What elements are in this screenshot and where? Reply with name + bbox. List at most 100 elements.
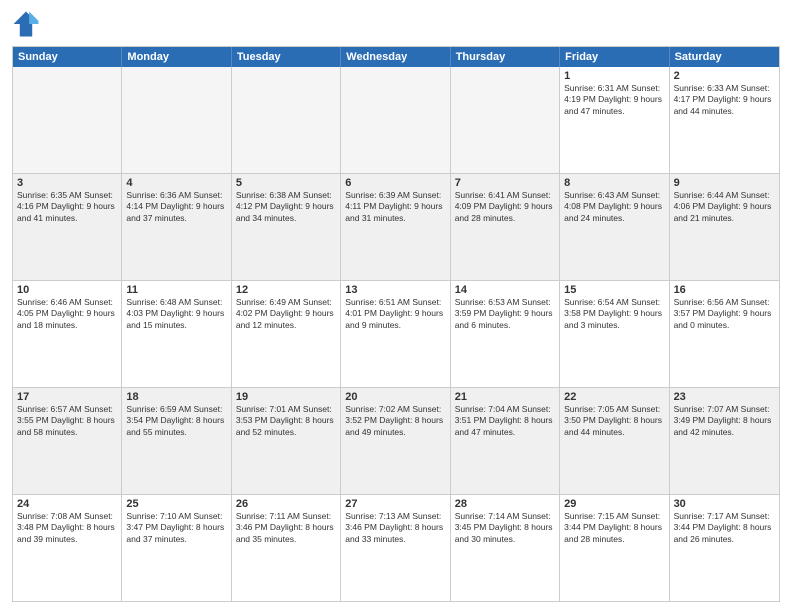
calendar-cell-28: 28Sunrise: 7:14 AM Sunset: 3:45 PM Dayli…	[451, 495, 560, 601]
header-day-friday: Friday	[560, 47, 669, 67]
day-number: 3	[17, 177, 117, 189]
day-number: 16	[674, 284, 775, 296]
day-number: 26	[236, 498, 336, 510]
day-number: 1	[564, 70, 664, 82]
cell-info: Sunrise: 7:08 AM Sunset: 3:48 PM Dayligh…	[17, 511, 117, 545]
day-number: 15	[564, 284, 664, 296]
day-number: 12	[236, 284, 336, 296]
calendar-cell-8: 8Sunrise: 6:43 AM Sunset: 4:08 PM Daylig…	[560, 174, 669, 280]
header-day-monday: Monday	[122, 47, 231, 67]
day-number: 7	[455, 177, 555, 189]
cell-info: Sunrise: 6:38 AM Sunset: 4:12 PM Dayligh…	[236, 190, 336, 224]
calendar-cell-22: 22Sunrise: 7:05 AM Sunset: 3:50 PM Dayli…	[560, 388, 669, 494]
day-number: 30	[674, 498, 775, 510]
cell-info: Sunrise: 7:07 AM Sunset: 3:49 PM Dayligh…	[674, 404, 775, 438]
calendar-cell-17: 17Sunrise: 6:57 AM Sunset: 3:55 PM Dayli…	[13, 388, 122, 494]
cell-info: Sunrise: 7:10 AM Sunset: 3:47 PM Dayligh…	[126, 511, 226, 545]
day-number: 4	[126, 177, 226, 189]
header-day-thursday: Thursday	[451, 47, 560, 67]
calendar-cell-7: 7Sunrise: 6:41 AM Sunset: 4:09 PM Daylig…	[451, 174, 560, 280]
calendar-cell-26: 26Sunrise: 7:11 AM Sunset: 3:46 PM Dayli…	[232, 495, 341, 601]
cell-info: Sunrise: 7:01 AM Sunset: 3:53 PM Dayligh…	[236, 404, 336, 438]
calendar-cell-29: 29Sunrise: 7:15 AM Sunset: 3:44 PM Dayli…	[560, 495, 669, 601]
header-day-saturday: Saturday	[670, 47, 779, 67]
day-number: 6	[345, 177, 445, 189]
calendar-header: SundayMondayTuesdayWednesdayThursdayFrid…	[13, 47, 779, 67]
cell-info: Sunrise: 7:02 AM Sunset: 3:52 PM Dayligh…	[345, 404, 445, 438]
cell-info: Sunrise: 6:44 AM Sunset: 4:06 PM Dayligh…	[674, 190, 775, 224]
cell-info: Sunrise: 6:43 AM Sunset: 4:08 PM Dayligh…	[564, 190, 664, 224]
cell-info: Sunrise: 6:59 AM Sunset: 3:54 PM Dayligh…	[126, 404, 226, 438]
calendar-cell-23: 23Sunrise: 7:07 AM Sunset: 3:49 PM Dayli…	[670, 388, 779, 494]
calendar-cell-18: 18Sunrise: 6:59 AM Sunset: 3:54 PM Dayli…	[122, 388, 231, 494]
cell-info: Sunrise: 6:57 AM Sunset: 3:55 PM Dayligh…	[17, 404, 117, 438]
day-number: 13	[345, 284, 445, 296]
day-number: 23	[674, 391, 775, 403]
cell-info: Sunrise: 6:54 AM Sunset: 3:58 PM Dayligh…	[564, 297, 664, 331]
cell-info: Sunrise: 6:53 AM Sunset: 3:59 PM Dayligh…	[455, 297, 555, 331]
calendar-cell-empty-0-3	[341, 67, 450, 173]
calendar-cell-12: 12Sunrise: 6:49 AM Sunset: 4:02 PM Dayli…	[232, 281, 341, 387]
calendar-body: 1Sunrise: 6:31 AM Sunset: 4:19 PM Daylig…	[13, 67, 779, 601]
cell-info: Sunrise: 6:31 AM Sunset: 4:19 PM Dayligh…	[564, 83, 664, 117]
day-number: 24	[17, 498, 117, 510]
calendar-week-4: 17Sunrise: 6:57 AM Sunset: 3:55 PM Dayli…	[13, 388, 779, 495]
day-number: 28	[455, 498, 555, 510]
cell-info: Sunrise: 6:49 AM Sunset: 4:02 PM Dayligh…	[236, 297, 336, 331]
calendar-week-1: 1Sunrise: 6:31 AM Sunset: 4:19 PM Daylig…	[13, 67, 779, 174]
day-number: 2	[674, 70, 775, 82]
header-day-tuesday: Tuesday	[232, 47, 341, 67]
cell-info: Sunrise: 6:36 AM Sunset: 4:14 PM Dayligh…	[126, 190, 226, 224]
calendar-cell-9: 9Sunrise: 6:44 AM Sunset: 4:06 PM Daylig…	[670, 174, 779, 280]
day-number: 17	[17, 391, 117, 403]
calendar-cell-15: 15Sunrise: 6:54 AM Sunset: 3:58 PM Dayli…	[560, 281, 669, 387]
cell-info: Sunrise: 6:51 AM Sunset: 4:01 PM Dayligh…	[345, 297, 445, 331]
cell-info: Sunrise: 7:13 AM Sunset: 3:46 PM Dayligh…	[345, 511, 445, 545]
calendar-cell-27: 27Sunrise: 7:13 AM Sunset: 3:46 PM Dayli…	[341, 495, 450, 601]
cell-info: Sunrise: 6:39 AM Sunset: 4:11 PM Dayligh…	[345, 190, 445, 224]
header-day-wednesday: Wednesday	[341, 47, 450, 67]
day-number: 5	[236, 177, 336, 189]
cell-info: Sunrise: 7:04 AM Sunset: 3:51 PM Dayligh…	[455, 404, 555, 438]
day-number: 19	[236, 391, 336, 403]
calendar-cell-6: 6Sunrise: 6:39 AM Sunset: 4:11 PM Daylig…	[341, 174, 450, 280]
day-number: 11	[126, 284, 226, 296]
calendar-cell-empty-0-4	[451, 67, 560, 173]
calendar-cell-21: 21Sunrise: 7:04 AM Sunset: 3:51 PM Dayli…	[451, 388, 560, 494]
calendar-cell-20: 20Sunrise: 7:02 AM Sunset: 3:52 PM Dayli…	[341, 388, 450, 494]
header-day-sunday: Sunday	[13, 47, 122, 67]
calendar-week-5: 24Sunrise: 7:08 AM Sunset: 3:48 PM Dayli…	[13, 495, 779, 601]
calendar-cell-30: 30Sunrise: 7:17 AM Sunset: 3:44 PM Dayli…	[670, 495, 779, 601]
calendar-cell-3: 3Sunrise: 6:35 AM Sunset: 4:16 PM Daylig…	[13, 174, 122, 280]
cell-info: Sunrise: 6:35 AM Sunset: 4:16 PM Dayligh…	[17, 190, 117, 224]
day-number: 20	[345, 391, 445, 403]
calendar-cell-empty-0-1	[122, 67, 231, 173]
cell-info: Sunrise: 7:11 AM Sunset: 3:46 PM Dayligh…	[236, 511, 336, 545]
day-number: 21	[455, 391, 555, 403]
day-number: 25	[126, 498, 226, 510]
calendar-cell-10: 10Sunrise: 6:46 AM Sunset: 4:05 PM Dayli…	[13, 281, 122, 387]
cell-info: Sunrise: 7:05 AM Sunset: 3:50 PM Dayligh…	[564, 404, 664, 438]
logo	[12, 10, 44, 38]
day-number: 22	[564, 391, 664, 403]
calendar: SundayMondayTuesdayWednesdayThursdayFrid…	[12, 46, 780, 602]
cell-info: Sunrise: 6:46 AM Sunset: 4:05 PM Dayligh…	[17, 297, 117, 331]
calendar-cell-5: 5Sunrise: 6:38 AM Sunset: 4:12 PM Daylig…	[232, 174, 341, 280]
cell-info: Sunrise: 7:14 AM Sunset: 3:45 PM Dayligh…	[455, 511, 555, 545]
page: SundayMondayTuesdayWednesdayThursdayFrid…	[0, 0, 792, 612]
calendar-cell-24: 24Sunrise: 7:08 AM Sunset: 3:48 PM Dayli…	[13, 495, 122, 601]
calendar-cell-2: 2Sunrise: 6:33 AM Sunset: 4:17 PM Daylig…	[670, 67, 779, 173]
day-number: 8	[564, 177, 664, 189]
cell-info: Sunrise: 6:41 AM Sunset: 4:09 PM Dayligh…	[455, 190, 555, 224]
cell-info: Sunrise: 7:17 AM Sunset: 3:44 PM Dayligh…	[674, 511, 775, 545]
calendar-cell-empty-0-0	[13, 67, 122, 173]
cell-info: Sunrise: 6:56 AM Sunset: 3:57 PM Dayligh…	[674, 297, 775, 331]
calendar-cell-empty-0-2	[232, 67, 341, 173]
calendar-week-3: 10Sunrise: 6:46 AM Sunset: 4:05 PM Dayli…	[13, 281, 779, 388]
header	[12, 10, 780, 38]
calendar-cell-14: 14Sunrise: 6:53 AM Sunset: 3:59 PM Dayli…	[451, 281, 560, 387]
day-number: 14	[455, 284, 555, 296]
calendar-cell-13: 13Sunrise: 6:51 AM Sunset: 4:01 PM Dayli…	[341, 281, 450, 387]
cell-info: Sunrise: 7:15 AM Sunset: 3:44 PM Dayligh…	[564, 511, 664, 545]
calendar-cell-11: 11Sunrise: 6:48 AM Sunset: 4:03 PM Dayli…	[122, 281, 231, 387]
